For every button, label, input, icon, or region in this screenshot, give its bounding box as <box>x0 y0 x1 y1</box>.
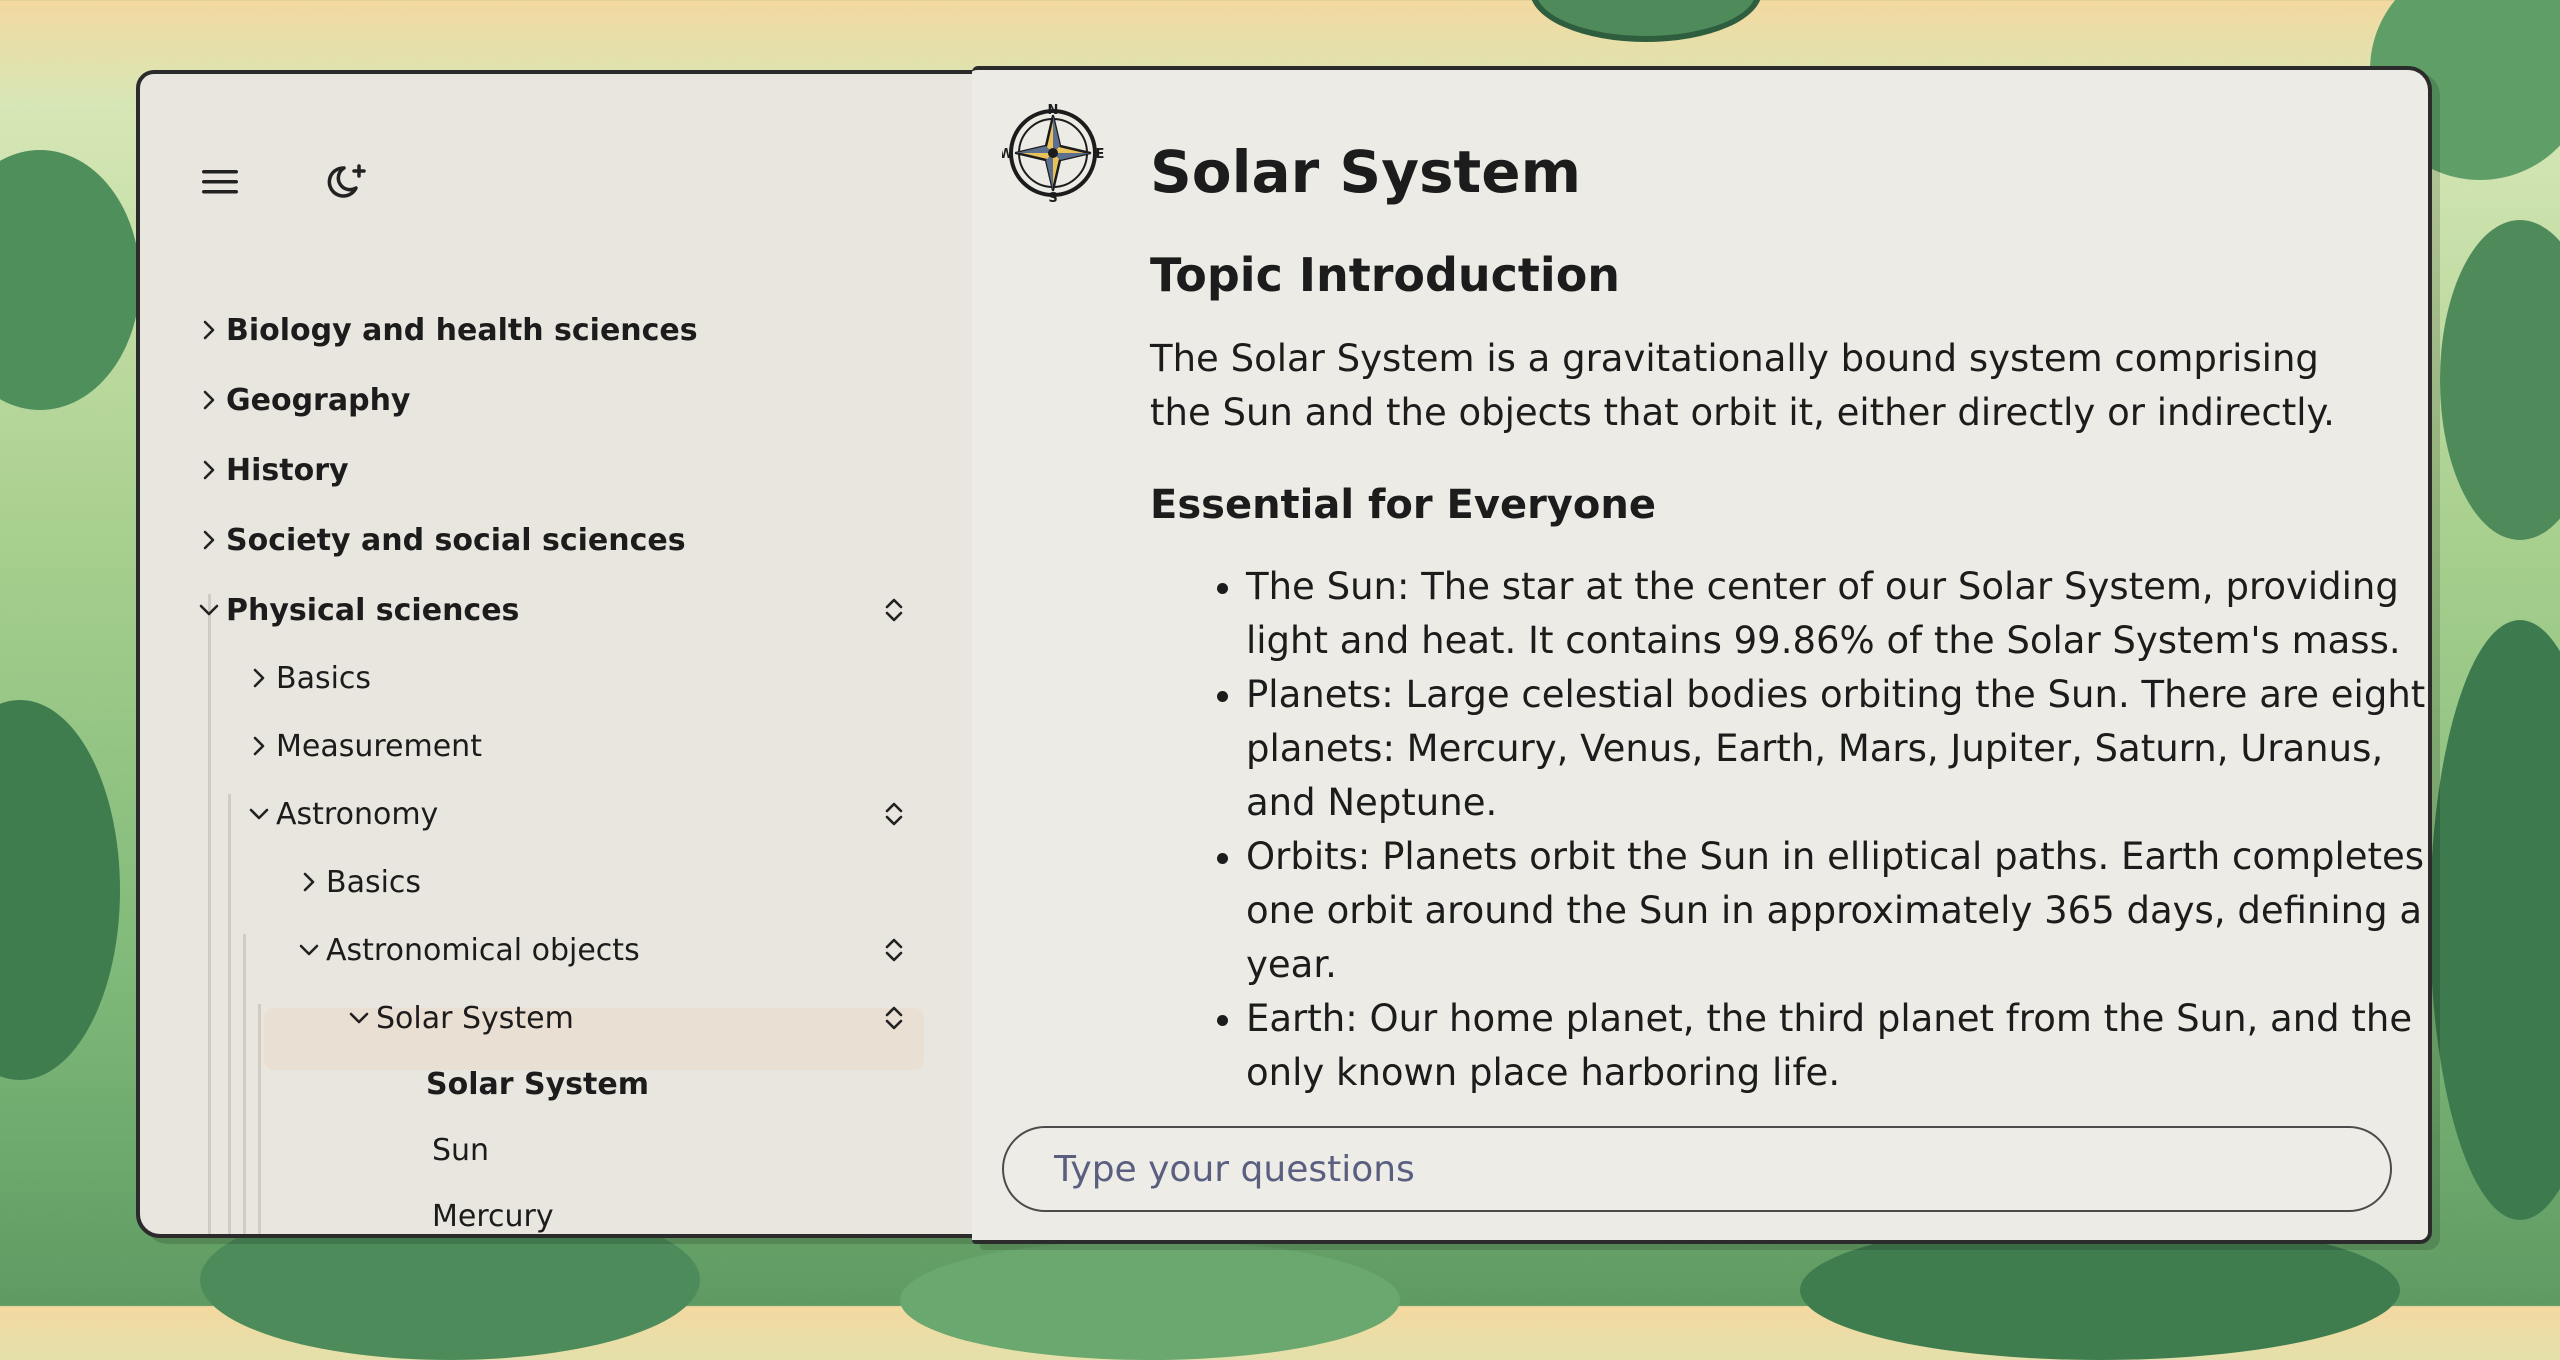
moon-star-icon[interactable] <box>324 158 372 206</box>
chevron-down-icon[interactable] <box>248 803 270 825</box>
chevron-right-icon[interactable] <box>198 529 220 551</box>
tree-item[interactable]: Solar System <box>348 992 574 1044</box>
tree-item-label: Basics <box>326 864 422 900</box>
chevron-down-icon[interactable] <box>348 1007 370 1029</box>
list-item: Planets: Large celestial bodies orbiting… <box>1246 668 2428 830</box>
chevron-right-icon[interactable] <box>198 319 220 341</box>
chevron-right-icon[interactable] <box>198 389 220 411</box>
tree-item[interactable]: Biology and health sciences <box>198 304 698 356</box>
svg-text:W: W <box>1002 147 1013 162</box>
tree-item-label: Solar System <box>426 1066 649 1102</box>
list-item: Earth: Our home planet, the third planet… <box>1246 992 2428 1100</box>
tree-item-label: Astronomical objects <box>326 932 640 968</box>
tree-item[interactable]: Basics <box>298 856 421 908</box>
essential-heading: Essential for Everyone <box>1150 482 1656 528</box>
topic-sidebar: Biology and health sciences Geography Hist… <box>136 70 982 1238</box>
tree-guide-line <box>228 794 231 1234</box>
tree-item-label: Geography <box>226 382 411 418</box>
collapse-all-icon[interactable] <box>880 592 908 628</box>
essential-bullet-list: The Sun: The star at the center of our S… <box>1150 560 2428 1100</box>
list-item: Orbits: Planets orbit the Sun in ellipti… <box>1246 830 2428 992</box>
chevron-right-icon[interactable] <box>248 667 270 689</box>
content-panel: N S W E Solar System Topic Introduction … <box>972 66 2432 1244</box>
svg-text:E: E <box>1096 147 1104 162</box>
svg-text:S: S <box>1048 191 1057 204</box>
tree-item[interactable]: Geography <box>198 374 410 426</box>
chevron-down-icon[interactable] <box>198 599 220 621</box>
tree-item-label: Mercury <box>432 1198 554 1234</box>
collapse-all-icon[interactable] <box>880 796 908 832</box>
tree-item[interactable]: Astronomical objects <box>298 924 640 976</box>
tree-item[interactable]: Physical sciences <box>198 584 519 636</box>
tree-item[interactable]: History <box>198 444 349 496</box>
tree-item-label: Measurement <box>276 728 482 764</box>
sidebar-toolbar <box>196 158 372 206</box>
tree-item[interactable]: Measurement <box>248 720 482 772</box>
tree-item-label: Solar System <box>376 1000 574 1036</box>
tree-item[interactable]: Astronomy <box>248 788 438 840</box>
tree-guide-line <box>243 934 246 1234</box>
tree-guide-line <box>208 594 211 1234</box>
tree-item[interactable]: Sun <box>432 1124 489 1176</box>
chevron-right-icon[interactable] <box>298 871 320 893</box>
svg-text:N: N <box>1048 103 1059 118</box>
collapse-all-icon[interactable] <box>880 932 908 968</box>
tree-item-label: History <box>226 452 349 488</box>
tree-item-label: Physical sciences <box>226 592 520 628</box>
page-title: Solar System <box>1150 138 1582 206</box>
collapse-all-icon[interactable] <box>880 1000 908 1036</box>
tree-item-label: Astronomy <box>276 796 439 832</box>
tree-item-label: Sun <box>432 1132 490 1168</box>
chevron-right-icon[interactable] <box>198 459 220 481</box>
tree-item[interactable]: Mercury <box>432 1190 554 1234</box>
list-item: The Sun: The star at the center of our S… <box>1246 560 2428 668</box>
tree-item[interactable]: Society and social sciences <box>198 514 686 566</box>
compass-rose-icon: N S W E <box>1002 103 1104 204</box>
chevron-down-icon[interactable] <box>298 939 320 961</box>
tree-item[interactable]: Basics <box>248 652 371 704</box>
chevron-right-icon[interactable] <box>248 735 270 757</box>
tree-item-label: Society and social sciences <box>226 522 686 558</box>
tree-item[interactable]: Solar System <box>426 1058 649 1110</box>
hamburger-menu-icon[interactable] <box>196 158 244 206</box>
tree-guide-line <box>258 1004 261 1234</box>
tree-item-label: Biology and health sciences <box>226 312 698 348</box>
question-input[interactable] <box>1002 1126 2392 1212</box>
tree-item-label: Basics <box>276 660 372 696</box>
topic-introduction-text: The Solar System is a gravitationally bo… <box>1150 337 2335 434</box>
topic-introduction-heading: Topic Introduction <box>1150 248 1621 302</box>
